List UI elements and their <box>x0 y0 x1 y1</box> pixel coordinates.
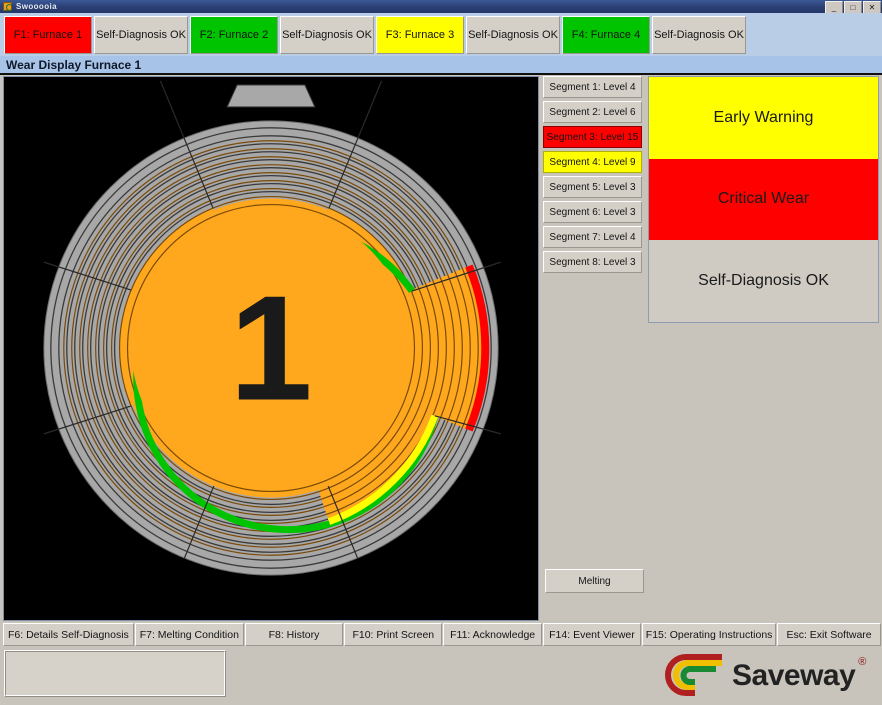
legend-self-diagnosis-ok: Self-Diagnosis OK <box>649 240 878 322</box>
fkey-print-screen[interactable]: F10: Print Screen <box>344 623 443 646</box>
window-title-bar: Swooooia _ □ ✕ <box>0 0 882 14</box>
tab-furnace-3[interactable]: F3: Furnace 3 <box>376 15 464 54</box>
saveway-mark-icon <box>665 654 722 696</box>
segment-list-item-4[interactable]: Segment 4: Level 9 <box>543 151 642 173</box>
saveway-logo: Saveway ® <box>650 650 878 702</box>
tab-furnace-2-status[interactable]: Self-Diagnosis OK <box>280 15 374 54</box>
fkey-exit-software[interactable]: Esc: Exit Software <box>777 623 882 646</box>
fkey-melting-condition[interactable]: F7: Melting Condition <box>134 623 244 646</box>
status-legend: Early Warning Critical Wear Self-Diagnos… <box>648 76 879 323</box>
tab-furnace-4[interactable]: F4: Furnace 4 <box>562 15 650 54</box>
application-window: Swooooia _ □ ✕ F1: Furnace 1 Self-Diagno… <box>0 0 882 705</box>
page-title: Wear Display Furnace 1 <box>6 57 142 72</box>
status-message-panel-inner <box>5 651 225 696</box>
legend-critical-wear: Critical Wear <box>649 158 878 241</box>
registered-trademark-icon: ® <box>858 656 867 668</box>
fkey-operating-instructions[interactable]: F15: Operating Instructions <box>642 623 777 646</box>
top-spout-icon <box>226 84 316 108</box>
status-message-panel <box>4 650 226 697</box>
tab-furnace-4-status[interactable]: Self-Diagnosis OK <box>652 15 746 54</box>
melting-button[interactable]: Melting <box>545 569 644 593</box>
segment-list-item-8[interactable]: Segment 8: Level 3 <box>543 251 642 273</box>
fkey-acknowledge[interactable]: F11: Acknowledge <box>443 623 542 646</box>
segment-list-item-1[interactable]: Segment 1: Level 4 <box>543 76 642 98</box>
tab-furnace-3-status[interactable]: Self-Diagnosis OK <box>466 15 560 54</box>
segment-list-item-6[interactable]: Segment 6: Level 3 <box>543 201 642 223</box>
segment-list-item-7[interactable]: Segment 7: Level 4 <box>543 226 642 248</box>
segment-level-list: Segment 1: Level 4 Segment 2: Level 6 Se… <box>543 76 645 621</box>
fkey-history[interactable]: F8: History <box>244 623 344 646</box>
tab-furnace-1-status[interactable]: Self-Diagnosis OK <box>94 15 188 54</box>
furnace-cross-section: 1 <box>43 80 502 576</box>
legend-early-warning: Early Warning <box>649 77 878 159</box>
fkey-event-viewer[interactable]: F14: Event Viewer <box>542 623 642 646</box>
furnace-wear-diagram[interactable]: 1 <box>3 76 539 621</box>
tab-furnace-2[interactable]: F2: Furnace 2 <box>190 15 278 54</box>
furnace-number-label: 1 <box>229 265 312 432</box>
saveway-wordmark: Saveway <box>732 659 856 692</box>
function-key-bar: F6: Details Self-Diagnosis F7: Melting C… <box>0 622 882 647</box>
furnace-tab-strip: F1: Furnace 1 Self-Diagnosis OK F2: Furn… <box>0 13 882 56</box>
segment-list-item-3[interactable]: Segment 3: Level 15 <box>543 126 642 148</box>
tab-furnace-1[interactable]: F1: Furnace 1 <box>4 15 92 54</box>
section-header: Wear Display Furnace 1 <box>0 56 882 75</box>
segment-list-item-5[interactable]: Segment 5: Level 3 <box>543 176 642 198</box>
window-title: Swooooia <box>16 2 57 11</box>
segment-list-item-2[interactable]: Segment 2: Level 6 <box>543 101 642 123</box>
app-icon <box>3 2 13 11</box>
fkey-details-self-diagnosis[interactable]: F6: Details Self-Diagnosis <box>3 623 134 646</box>
